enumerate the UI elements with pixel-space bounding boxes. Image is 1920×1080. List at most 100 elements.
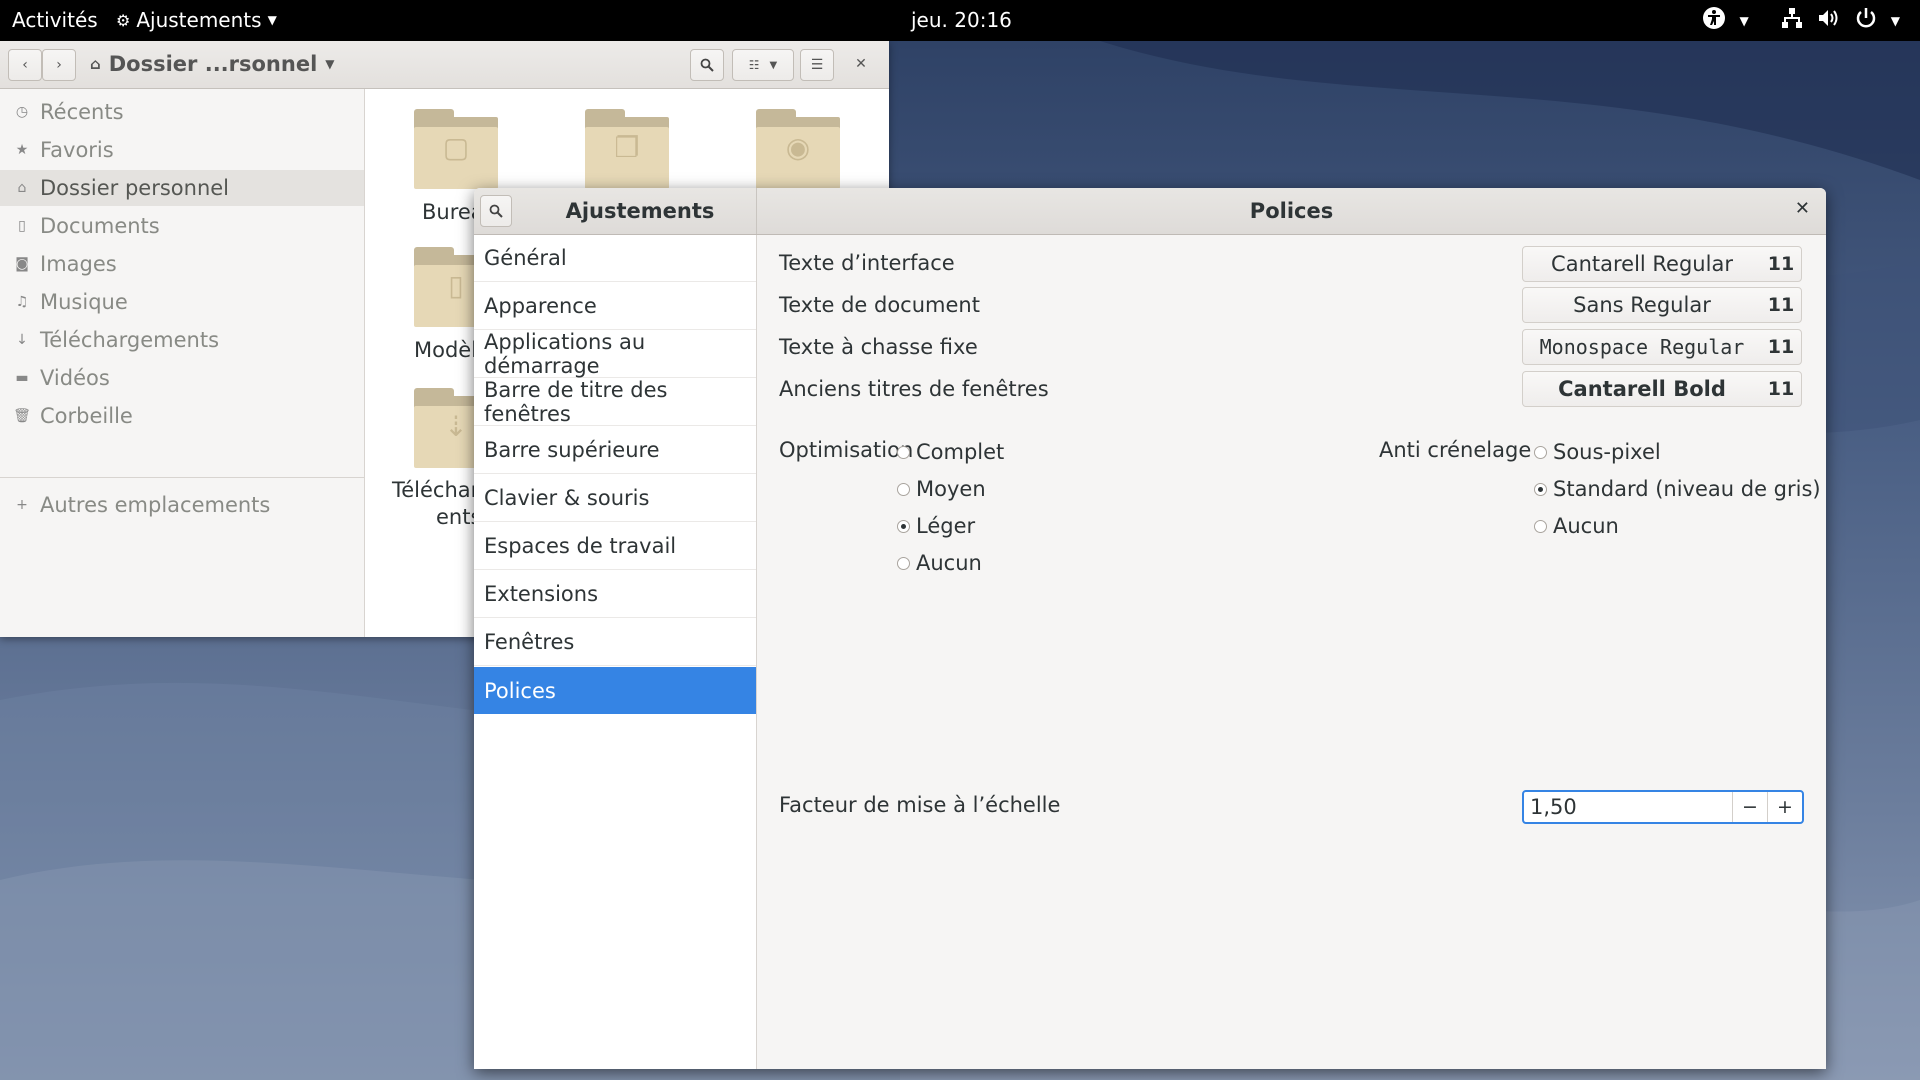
antialiasing-subpixel-radio[interactable]: Sous-pixel	[1534, 440, 1661, 464]
sidebar-item-window-titlebars[interactable]: Barre de titre des fenêtres	[474, 378, 756, 426]
sidebar-item-top-bar[interactable]: Barre supérieure	[474, 427, 756, 474]
folder-label: Modèl	[414, 338, 478, 362]
app-menu-icon: ⚙	[116, 10, 131, 30]
desktop-icon: ▢	[442, 131, 470, 164]
chevron-down-icon[interactable]: ▼	[1891, 14, 1900, 28]
interface-font-button[interactable]: Cantarell Regular 11	[1522, 246, 1802, 282]
legacy-titles-font-button[interactable]: Cantarell Bold 11	[1522, 371, 1802, 407]
accessibility-icon[interactable]	[1702, 6, 1726, 35]
back-button[interactable]: ‹	[8, 49, 42, 81]
top-bar: Activités ⚙ Ajustements ▼ jeu. 20:16 ▼ ▼	[0, 0, 1920, 41]
chevron-down-icon[interactable]: ▼	[1740, 14, 1749, 28]
font-name: Monospace Regular	[1539, 335, 1745, 359]
hinting-full-radio[interactable]: Complet	[897, 440, 1004, 464]
clock-icon: ◷	[15, 104, 29, 120]
hamburger-icon: ☰	[810, 57, 824, 73]
scaling-factor-input[interactable]	[1524, 792, 1732, 822]
app-title: Ajustements	[565, 199, 715, 223]
network-icon[interactable]	[1781, 7, 1803, 34]
chevron-right-icon: ›	[56, 57, 62, 73]
power-icon[interactable]	[1855, 7, 1877, 34]
star-icon: ★	[15, 142, 29, 158]
sidebar-item-fonts[interactable]: Polices	[474, 667, 756, 714]
sidebar-item-appearance[interactable]: Apparence	[474, 283, 756, 330]
sidebar-item-videos[interactable]: ▬ Vidéos	[0, 360, 364, 396]
list-view-icon: ☷	[748, 58, 760, 72]
sidebar-item-workspaces[interactable]: Espaces de travail	[474, 523, 756, 570]
sidebar-item-label: Musique	[40, 290, 128, 314]
close-button[interactable]: ✕	[846, 49, 876, 79]
folder-documents[interactable]: ❐	[585, 109, 669, 189]
font-size: 11	[1767, 294, 1795, 316]
antialiasing-standard-radio[interactable]: Standard (niveau de gris)	[1534, 477, 1821, 501]
forward-button[interactable]: ›	[42, 49, 76, 81]
system-tray[interactable]: ▼ ▼	[1702, 6, 1900, 35]
plus-icon: +	[16, 497, 28, 513]
monospace-text-label: Texte à chasse fixe	[779, 335, 978, 359]
plus-icon: +	[1777, 796, 1793, 818]
tweaks-sidebar: Général Apparence Applications au démarr…	[474, 235, 757, 1069]
radio-indicator	[1534, 445, 1547, 459]
files-sidebar: ◷ Récents ★ Favoris ⌂ Dossier personnel ▯ Do…	[0, 89, 365, 637]
home-icon: ⌂	[90, 55, 101, 73]
radio-indicator	[897, 519, 910, 533]
camera-icon: ◉	[785, 131, 811, 164]
app-menu[interactable]: ⚙ Ajustements ▼	[116, 8, 277, 32]
sidebar-item-other-locations[interactable]: + Autres emplacements	[0, 487, 364, 523]
monospace-font-button[interactable]: Monospace Regular 11	[1522, 329, 1802, 365]
clock[interactable]: jeu. 20:16	[911, 8, 1012, 32]
sidebar-item-music[interactable]: ♫ Musique	[0, 284, 364, 320]
legacy-titles-label: Anciens titres de fenêtres	[779, 377, 1049, 401]
view-options-button[interactable]: ☷ ▼	[732, 49, 794, 81]
home-icon: ⌂	[17, 180, 27, 196]
camera-icon: ◙	[15, 256, 29, 272]
path-label: Dossier ...rsonnel	[108, 52, 318, 76]
chevron-left-icon: ‹	[22, 57, 28, 73]
scaling-factor-spinbutton[interactable]: − +	[1522, 790, 1804, 824]
sidebar-item-home[interactable]: ⌂ Dossier personnel	[0, 170, 364, 206]
hinting-none-radio[interactable]: Aucun	[897, 551, 982, 575]
path-bar[interactable]: ⌂ Dossier ...rsonnel ▼	[90, 49, 335, 79]
sidebar-item-label: Autres emplacements	[40, 493, 271, 517]
increment-button[interactable]: +	[1767, 792, 1802, 822]
font-name: Sans Regular	[1573, 293, 1711, 317]
sidebar-item-windows[interactable]: Fenêtres	[474, 619, 756, 666]
radio-label: Aucun	[1553, 514, 1619, 538]
close-button[interactable]: ✕	[1795, 198, 1810, 219]
sidebar-item-extensions[interactable]: Extensions	[474, 571, 756, 618]
sidebar-item-startup-applications[interactable]: Applications au démarrage	[474, 330, 756, 378]
font-size: 11	[1767, 378, 1795, 400]
video-icon: ▬	[15, 370, 29, 386]
hinting-label: Optimisation	[779, 438, 914, 462]
tweaks-window: Ajustements Polices ✕ Général Apparence …	[474, 188, 1826, 1069]
sidebar-item-starred[interactable]: ★ Favoris	[0, 132, 364, 168]
decrement-button[interactable]: −	[1732, 792, 1767, 822]
sidebar-item-pictures[interactable]: ◙ Images	[0, 246, 364, 282]
antialiasing-none-radio[interactable]: Aucun	[1534, 514, 1619, 538]
close-icon: ✕	[855, 56, 867, 72]
radio-indicator	[897, 482, 910, 496]
folder-desktop[interactable]: ▢	[414, 109, 498, 189]
sidebar-item-label: Dossier personnel	[40, 176, 230, 200]
sidebar-item-label: Corbeille	[40, 404, 133, 428]
sidebar-item-trash[interactable]: 🗑 Corbeille	[0, 398, 364, 434]
radio-indicator	[1534, 482, 1547, 496]
document-font-button[interactable]: Sans Regular 11	[1522, 287, 1802, 323]
download-icon: ↓	[16, 332, 28, 348]
folder-pictures[interactable]: ◉	[756, 109, 840, 189]
interface-text-label: Texte d’interface	[779, 251, 955, 275]
search-button[interactable]	[690, 49, 724, 81]
sidebar-item-general[interactable]: Général	[474, 235, 756, 282]
sidebar-item-keyboard-mouse[interactable]: Clavier & souris	[474, 475, 756, 522]
font-size: 11	[1767, 253, 1795, 275]
sidebar-item-documents[interactable]: ▯ Documents	[0, 208, 364, 244]
sidebar-item-recent[interactable]: ◷ Récents	[0, 94, 364, 130]
menu-button[interactable]: ☰	[800, 49, 834, 81]
volume-icon[interactable]	[1817, 7, 1841, 34]
hinting-medium-radio[interactable]: Moyen	[897, 477, 986, 501]
radio-indicator	[897, 556, 910, 570]
document-icon: ❐	[614, 131, 640, 164]
hinting-slight-radio[interactable]: Léger	[897, 514, 975, 538]
activities-button[interactable]: Activités	[12, 8, 98, 32]
sidebar-item-downloads[interactable]: ↓ Téléchargements	[0, 322, 364, 358]
